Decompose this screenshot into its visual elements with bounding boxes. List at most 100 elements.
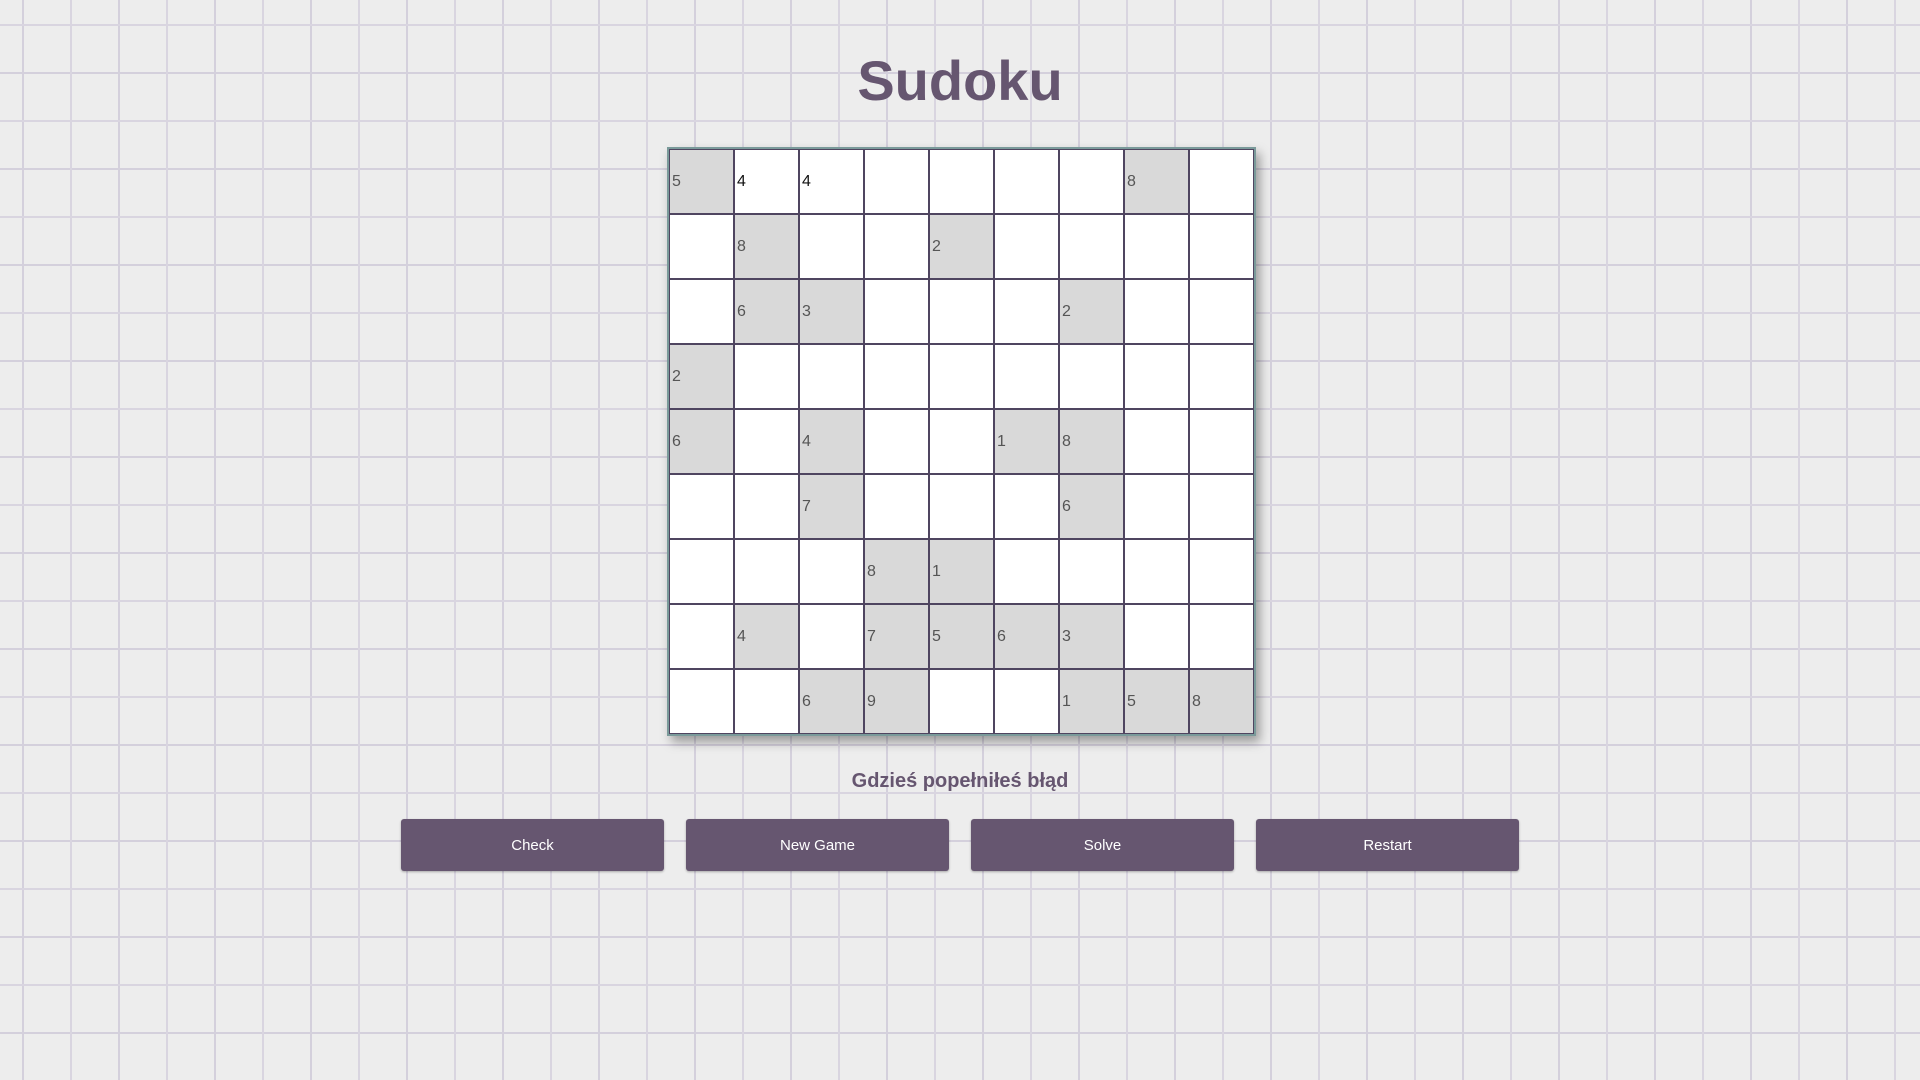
sudoku-cell[interactable] <box>1189 409 1254 474</box>
sudoku-cell[interactable] <box>734 539 799 604</box>
sudoku-cell[interactable] <box>994 149 1059 214</box>
sudoku-cell[interactable] <box>994 344 1059 409</box>
sudoku-cell[interactable]: 1 <box>1059 669 1124 734</box>
sudoku-cell[interactable] <box>669 604 734 669</box>
sudoku-cell[interactable]: 8 <box>864 539 929 604</box>
cell-value: 6 <box>802 692 811 710</box>
sudoku-cell[interactable] <box>929 149 994 214</box>
sudoku-cell[interactable] <box>994 474 1059 539</box>
sudoku-cell[interactable] <box>799 539 864 604</box>
cell-value: 9 <box>867 692 876 710</box>
sudoku-cell[interactable] <box>1189 604 1254 669</box>
sudoku-cell[interactable]: 8 <box>1059 409 1124 474</box>
sudoku-cell[interactable] <box>864 344 929 409</box>
sudoku-cell[interactable]: 8 <box>1124 149 1189 214</box>
cell-value: 3 <box>802 302 811 320</box>
sudoku-cell[interactable] <box>1124 344 1189 409</box>
sudoku-cell[interactable]: 4 <box>734 149 799 214</box>
sudoku-cell[interactable] <box>1124 409 1189 474</box>
sudoku-cell[interactable]: 6 <box>799 669 864 734</box>
sudoku-cell[interactable]: 6 <box>994 604 1059 669</box>
page-title: Sudoku <box>857 49 1063 112</box>
sudoku-cell[interactable] <box>929 474 994 539</box>
sudoku-cell[interactable] <box>1059 539 1124 604</box>
sudoku-cell[interactable] <box>1059 149 1124 214</box>
sudoku-cell[interactable] <box>1124 214 1189 279</box>
sudoku-cell[interactable] <box>669 279 734 344</box>
sudoku-cell[interactable]: 6 <box>1059 474 1124 539</box>
sudoku-cell[interactable]: 7 <box>799 474 864 539</box>
sudoku-cell[interactable]: 5 <box>669 149 734 214</box>
sudoku-cell[interactable] <box>1189 539 1254 604</box>
sudoku-cell[interactable]: 8 <box>1189 669 1254 734</box>
sudoku-cell[interactable] <box>994 279 1059 344</box>
cell-value: 2 <box>1062 302 1071 320</box>
sudoku-cell[interactable]: 2 <box>669 344 734 409</box>
cell-value: 8 <box>1192 692 1201 710</box>
sudoku-cell[interactable]: 9 <box>864 669 929 734</box>
sudoku-cell[interactable] <box>929 409 994 474</box>
sudoku-cell[interactable] <box>864 149 929 214</box>
sudoku-cell[interactable] <box>1189 279 1254 344</box>
sudoku-cell[interactable] <box>799 344 864 409</box>
cell-value: 1 <box>932 562 941 580</box>
sudoku-cell[interactable]: 3 <box>799 279 864 344</box>
cell-value: 2 <box>932 237 941 255</box>
sudoku-cell[interactable] <box>1189 474 1254 539</box>
sudoku-cell[interactable] <box>994 669 1059 734</box>
sudoku-cell[interactable]: 4 <box>799 409 864 474</box>
sudoku-cell[interactable] <box>864 279 929 344</box>
sudoku-cell[interactable]: 2 <box>929 214 994 279</box>
sudoku-cell[interactable] <box>929 669 994 734</box>
sudoku-cell[interactable] <box>734 474 799 539</box>
status-message: Gdzieś popełniłeś błąd <box>851 770 1069 792</box>
new-game-button[interactable]: New Game <box>686 819 949 871</box>
sudoku-cell[interactable] <box>1189 214 1254 279</box>
sudoku-cell[interactable] <box>994 214 1059 279</box>
sudoku-cell[interactable] <box>1124 474 1189 539</box>
sudoku-cell[interactable]: 1 <box>994 409 1059 474</box>
sudoku-cell[interactable] <box>1124 279 1189 344</box>
sudoku-cell[interactable]: 5 <box>929 604 994 669</box>
sudoku-cell[interactable]: 5 <box>1124 669 1189 734</box>
sudoku-cell[interactable] <box>1189 344 1254 409</box>
cell-value: 8 <box>737 237 746 255</box>
sudoku-cell[interactable]: 1 <box>929 539 994 604</box>
restart-button[interactable]: Restart <box>1256 819 1519 871</box>
sudoku-cell[interactable] <box>864 474 929 539</box>
sudoku-cell[interactable] <box>669 474 734 539</box>
cell-value: 1 <box>997 432 1006 450</box>
sudoku-cell[interactable] <box>669 539 734 604</box>
sudoku-board: 5 4 4 8 8 2 6 3 2 2 6 4 1 8 7 6 8 1 4 7 5 6 3 6 9 1 5 8 <box>667 147 1256 736</box>
sudoku-cell[interactable]: 8 <box>734 214 799 279</box>
sudoku-cell[interactable] <box>994 539 1059 604</box>
sudoku-cell[interactable] <box>929 279 994 344</box>
sudoku-cell[interactable] <box>1059 344 1124 409</box>
sudoku-cell[interactable]: 6 <box>669 409 734 474</box>
sudoku-cell[interactable] <box>929 344 994 409</box>
sudoku-cell[interactable] <box>799 214 864 279</box>
solve-button[interactable]: Solve <box>971 819 1234 871</box>
check-button[interactable]: Check <box>401 819 664 871</box>
sudoku-cell[interactable] <box>734 669 799 734</box>
sudoku-cell[interactable]: 2 <box>1059 279 1124 344</box>
cell-value: 7 <box>867 627 876 645</box>
sudoku-cell[interactable] <box>864 409 929 474</box>
sudoku-cell[interactable] <box>734 409 799 474</box>
sudoku-cell[interactable] <box>864 214 929 279</box>
cell-value: 8 <box>1127 172 1136 190</box>
sudoku-cell[interactable] <box>669 669 734 734</box>
sudoku-cell[interactable] <box>1059 214 1124 279</box>
sudoku-cell[interactable] <box>799 604 864 669</box>
sudoku-cell[interactable] <box>669 214 734 279</box>
sudoku-cell[interactable]: 3 <box>1059 604 1124 669</box>
sudoku-cell[interactable]: 4 <box>734 604 799 669</box>
sudoku-cell[interactable]: 7 <box>864 604 929 669</box>
sudoku-cell[interactable] <box>1124 539 1189 604</box>
sudoku-cell[interactable] <box>1124 604 1189 669</box>
sudoku-cell[interactable] <box>734 344 799 409</box>
cell-value: 6 <box>737 302 746 320</box>
sudoku-cell[interactable] <box>1189 149 1254 214</box>
sudoku-cell[interactable]: 4 <box>799 149 864 214</box>
sudoku-cell[interactable]: 6 <box>734 279 799 344</box>
